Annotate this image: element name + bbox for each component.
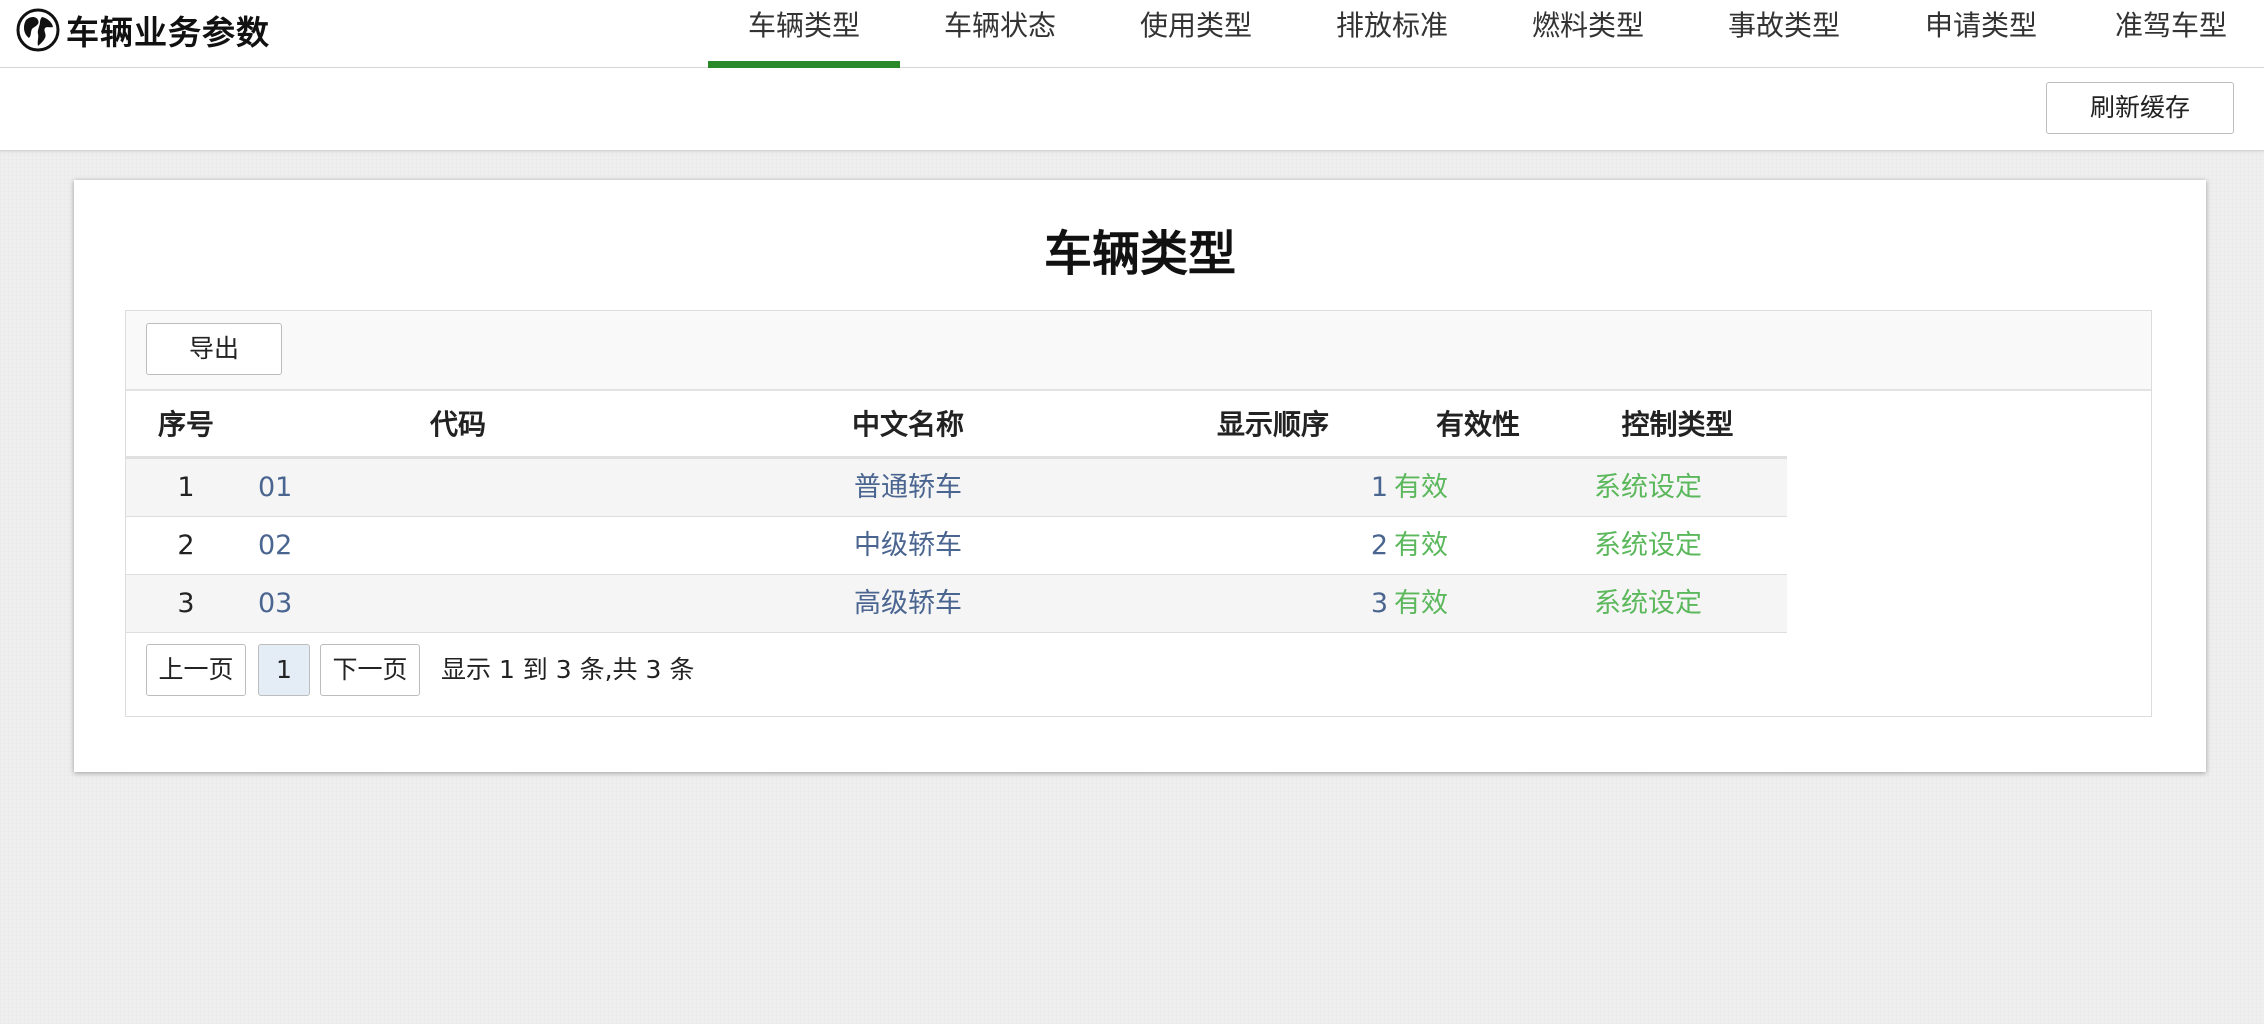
tab-vehicle-status[interactable]: 车辆状态 [900,0,1100,68]
column-header-control-type[interactable]: 控制类型 [1568,393,1787,456]
control-type-label: 系统设定 [1594,472,1702,503]
column-header-order[interactable]: 显示顺序 [1158,393,1388,456]
validity-status: 有效 [1394,472,1448,503]
cell-order: 2 [1370,530,1388,561]
tab-emission-standard[interactable]: 排放标准 [1292,0,1492,68]
tab-application-type[interactable]: 申请类型 [1884,0,2078,68]
table-header: 序号 代码 中文名称 显示顺序 有效性 控制类型 [126,393,1787,459]
column-header-validity[interactable]: 有效性 [1388,393,1568,456]
export-button[interactable]: 导出 [146,323,282,375]
tab-usage-type[interactable]: 使用类型 [1100,0,1292,68]
cell-index: 1 [177,472,195,503]
validity-status: 有效 [1394,588,1448,619]
control-type-label: 系统设定 [1594,530,1702,561]
cell-validity: 有效 [1378,517,1578,574]
app-title: 车辆业务参数 [66,13,270,52]
cell-validity: 有效 [1378,575,1578,632]
cell-index: 3 [177,588,195,619]
next-page-button[interactable]: 下一页 [320,644,420,696]
data-table: 序号 代码 中文名称 显示顺序 有效性 控制类型 1 01 普通轿车 1 有效 … [126,393,1787,633]
cell-validity: 有效 [1378,459,1578,516]
cell-control-type: 系统设定 [1578,459,1787,516]
refresh-cache-button[interactable]: 刷新缓存 [2046,82,2234,134]
table-panel: 导出 序号 代码 中文名称 显示顺序 有效性 控制类型 1 01 普通轿车 1 … [125,310,2152,717]
table-row[interactable]: 2 02 中级轿车 2 有效 系统设定 [126,517,1787,575]
page-title: 车辆类型 [1043,226,1236,282]
cell-code: 01 [258,472,293,503]
tab-accident-type[interactable]: 事故类型 [1684,0,1884,68]
globe-icon [16,8,60,52]
cell-code: 02 [258,530,293,561]
top-navbar: 车辆业务参数 车辆类型 车辆状态 使用类型 排放标准 燃料类型 事故类型 申请类… [0,0,2264,68]
validity-status: 有效 [1394,530,1448,561]
cell-name: 中级轿车 [854,530,962,561]
table-row[interactable]: 3 03 高级轿车 3 有效 系统设定 [126,575,1787,633]
tab-fuel-type[interactable]: 燃料类型 [1492,0,1684,68]
cell-control-type: 系统设定 [1578,517,1787,574]
column-header-code[interactable]: 代码 [258,393,658,456]
cell-name: 普通轿车 [854,472,962,503]
page-1-button[interactable]: 1 [258,644,310,696]
prev-page-button[interactable]: 上一页 [146,644,246,696]
table-toolbar: 导出 [126,311,2151,391]
cell-code: 03 [258,588,293,619]
cell-order: 3 [1370,588,1388,619]
page-toolbar: 刷新缓存 [0,68,2264,151]
brand: 车辆业务参数 [16,8,270,52]
cell-order: 1 [1370,472,1388,503]
cell-index: 2 [177,530,195,561]
column-header-name[interactable]: 中文名称 [658,393,1158,456]
tab-license-class[interactable]: 准驾车型 [2078,0,2264,68]
cell-name: 高级轿车 [854,588,962,619]
column-header-index[interactable]: 序号 [126,393,246,456]
content-card: 车辆类型 导出 序号 代码 中文名称 显示顺序 有效性 控制类型 1 01 普通… [74,180,2206,772]
pagination-info: 显示 1 到 3 条,共 3 条 [441,655,695,684]
control-type-label: 系统设定 [1594,588,1702,619]
table-row[interactable]: 1 01 普通轿车 1 有效 系统设定 [126,459,1787,517]
cell-control-type: 系统设定 [1578,575,1787,632]
tab-vehicle-type[interactable]: 车辆类型 [708,0,900,68]
